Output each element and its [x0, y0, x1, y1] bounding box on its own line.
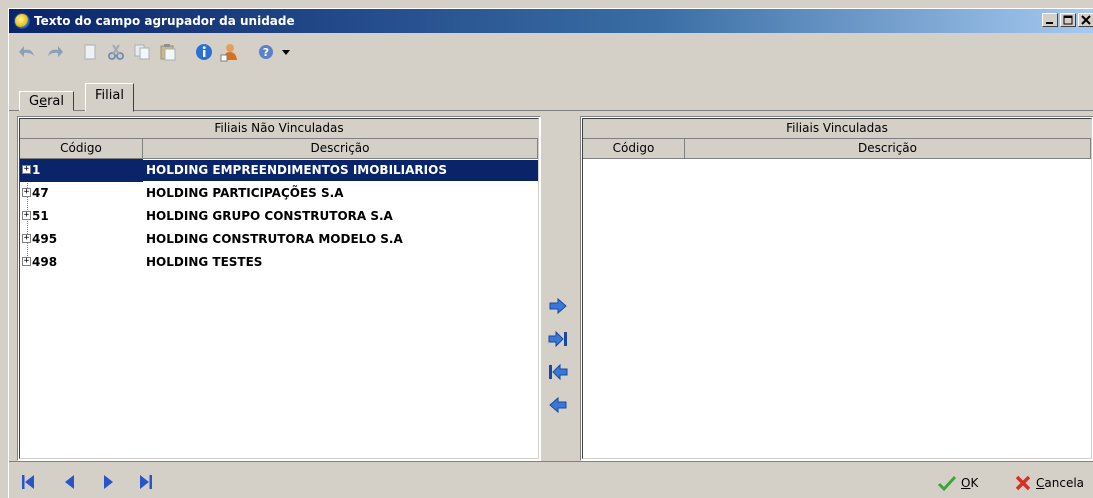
table-row[interactable]: + 1 HOLDING EMPREENDIMENTOS IMOBILIARIOS — [20, 159, 538, 182]
bottom-bar: OK Cancela — [9, 461, 1093, 498]
maximize-button[interactable] — [1060, 13, 1076, 27]
cut-icon[interactable] — [105, 41, 127, 63]
linked-branches-grid[interactable]: Filiais Vinculadas Código Descrição — [580, 116, 1093, 461]
row-description: HOLDING PARTICIPAÇÕES S.A — [146, 186, 344, 200]
last-record-button[interactable] — [139, 474, 153, 493]
column-header-descricao[interactable]: Descrição — [685, 139, 1091, 158]
linked-group-header: Filiais Vinculadas — [583, 119, 1091, 139]
dialog-window: Texto do campo agrupador da unidade ? Ge… — [8, 8, 1093, 498]
column-header-descricao[interactable]: Descrição — [143, 139, 538, 158]
title-bar[interactable]: Texto do campo agrupador da unidade — [9, 9, 1093, 33]
move-right-button[interactable] — [547, 295, 569, 317]
move-all-right-button[interactable] — [547, 328, 569, 350]
row-description: HOLDING GRUPO CONSTRUTORA S.A — [146, 209, 393, 223]
row-code: 51 — [32, 209, 49, 223]
expand-icon[interactable]: + — [22, 188, 31, 197]
tab-geral-label-pre: G — [29, 94, 40, 109]
row-description: HOLDING CONSTRUTORA MODELO S.A — [146, 232, 403, 246]
dropdown-icon[interactable] — [281, 41, 291, 63]
new-icon[interactable] — [79, 41, 101, 63]
expand-icon[interactable]: + — [22, 165, 31, 174]
unlinked-group-header: Filiais Não Vinculadas — [20, 119, 538, 139]
close-button[interactable] — [1078, 13, 1093, 27]
column-header-codigo[interactable]: Código — [583, 139, 685, 158]
transfer-buttons — [541, 291, 575, 424]
arrow-right-end-icon — [548, 330, 567, 348]
next-record-button[interactable] — [103, 474, 115, 493]
table-row[interactable]: + 498 HOLDING TESTES — [20, 251, 538, 274]
ok-label: K — [970, 476, 979, 490]
app-icon — [14, 13, 30, 29]
cancel-x-icon — [1015, 475, 1031, 491]
unlinked-branches-grid[interactable]: Filiais Não Vinculadas Código Descrição … — [17, 116, 541, 461]
row-code: 495 — [32, 232, 58, 246]
unlinked-column-headers: Código Descrição — [20, 139, 538, 159]
table-row[interactable]: + 51 HOLDING GRUPO CONSTRUTORA S.A — [20, 205, 538, 228]
tab-filial[interactable]: Filial — [85, 83, 134, 112]
check-icon — [937, 475, 957, 492]
redo-icon[interactable] — [43, 41, 65, 63]
move-all-left-button[interactable] — [547, 361, 569, 383]
toolbar: ? — [9, 35, 1093, 69]
row-code: 1 — [32, 160, 43, 181]
window-title: Texto do campo agrupador da unidade — [34, 14, 295, 28]
cancel-label: ancela — [1044, 476, 1085, 490]
linked-column-headers: Código Descrição — [583, 139, 1091, 159]
arrow-left-end-icon — [549, 363, 568, 381]
previous-record-button[interactable] — [63, 474, 75, 493]
table-row[interactable]: + 47 HOLDING PARTICIPAÇÕES S.A — [20, 182, 538, 205]
minimize-button[interactable] — [1042, 13, 1058, 27]
tab-filial-label: Filial — [95, 88, 124, 103]
next-icon — [104, 475, 113, 489]
row-description: HOLDING TESTES — [146, 255, 263, 269]
row-code: 47 — [32, 186, 49, 200]
tab-geral-label-post: ral — [47, 94, 65, 109]
svg-text:?: ? — [263, 46, 269, 59]
last-icon — [140, 475, 152, 489]
help-icon[interactable]: ? — [255, 41, 277, 63]
table-row[interactable]: + 495 HOLDING CONSTRUTORA MODELO S.A — [20, 228, 538, 251]
tab-geral[interactable]: Geral — [19, 91, 75, 111]
column-header-codigo[interactable]: Código — [20, 139, 143, 158]
copy-icon[interactable] — [131, 41, 153, 63]
first-record-button[interactable] — [21, 474, 35, 493]
info-icon[interactable] — [193, 41, 215, 63]
tab-geral-mnemonic: e — [39, 94, 48, 109]
arrow-right-icon — [549, 297, 567, 315]
previous-icon — [65, 475, 74, 489]
undo-icon[interactable] — [17, 41, 39, 63]
paste-icon[interactable] — [157, 41, 179, 63]
expand-icon[interactable]: + — [22, 211, 31, 220]
first-icon — [22, 475, 34, 489]
expand-icon[interactable]: + — [22, 234, 31, 243]
tab-strip: Geral Filial — [9, 79, 1093, 112]
user-icon[interactable] — [219, 41, 241, 63]
cancel-button[interactable]: Cancela — [1014, 474, 1084, 492]
expand-icon[interactable]: + — [22, 257, 31, 266]
arrow-left-icon — [549, 396, 567, 414]
row-code: 498 — [32, 255, 58, 269]
row-description: HOLDING EMPREENDIMENTOS IMOBILIARIOS — [143, 160, 538, 181]
move-left-button[interactable] — [547, 394, 569, 416]
ok-button[interactable]: OK — [937, 474, 978, 492]
